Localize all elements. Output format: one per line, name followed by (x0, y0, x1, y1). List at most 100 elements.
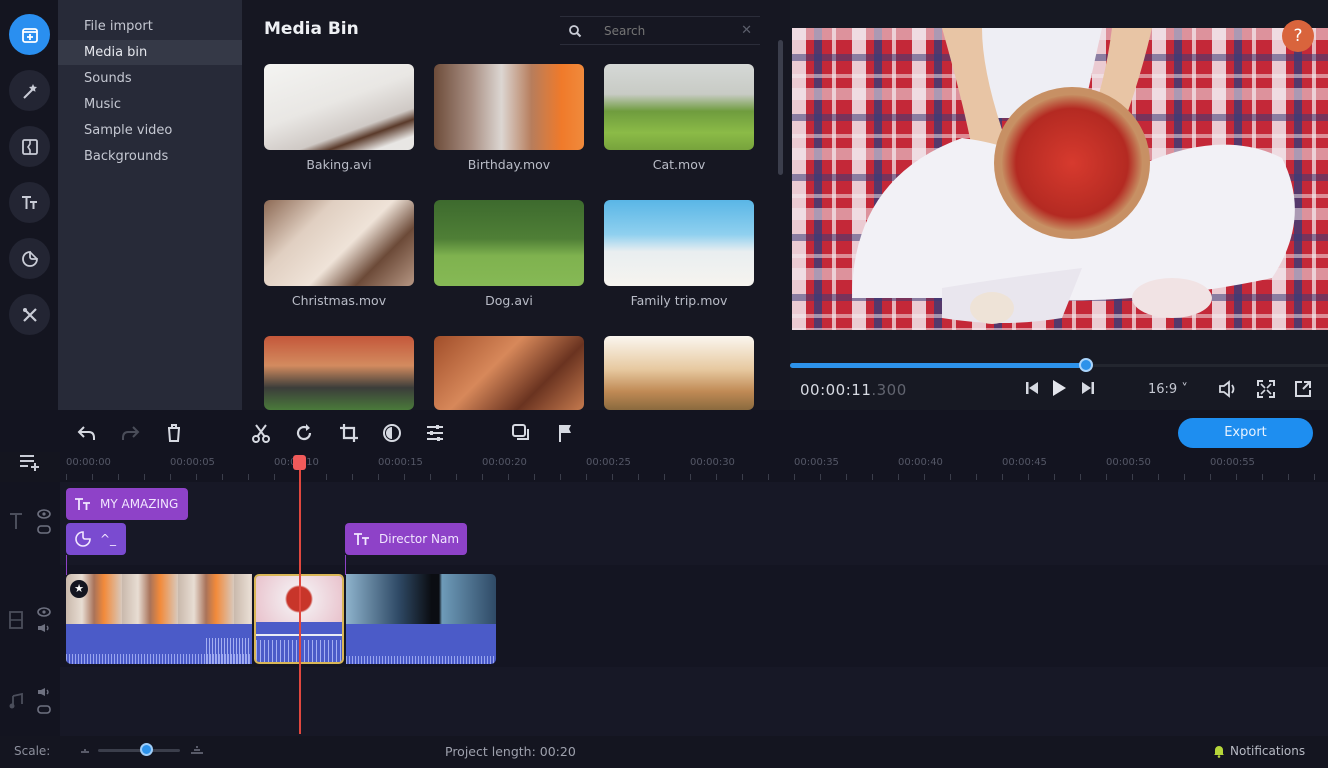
track-headers (0, 482, 60, 736)
ruler-tick (560, 474, 561, 480)
search-box: ✕ (560, 16, 760, 45)
play-icon[interactable] (1050, 379, 1068, 397)
visibility-eye-icon[interactable] (37, 509, 51, 519)
ruler-tick (378, 474, 379, 480)
search-input[interactable] (604, 23, 734, 38)
titles-icon (354, 533, 369, 545)
seek-bar[interactable] (790, 358, 1328, 372)
color-adjust-icon[interactable] (381, 422, 403, 444)
titles-button[interactable] (9, 182, 50, 223)
title-clip[interactable]: MY AMAZING (66, 488, 188, 520)
undo-icon[interactable] (76, 422, 98, 444)
transitions-button[interactable] (9, 126, 50, 167)
export-button[interactable]: Export (1178, 418, 1313, 448)
lock-link-icon[interactable] (37, 524, 51, 534)
ruler-tick (1106, 474, 1107, 480)
timeline-tracks[interactable]: MY AMAZING ^_ Director Nam ★ (60, 482, 1328, 736)
cut-icon[interactable] (250, 422, 272, 444)
add-track-icon[interactable] (18, 453, 42, 471)
ruler-tick (716, 474, 717, 480)
category-sample-video[interactable]: Sample video (58, 118, 242, 143)
ruler-tick (846, 474, 847, 480)
media-thumb-family-trip[interactable] (604, 200, 754, 286)
magic-wand-icon (22, 83, 37, 99)
detach-preview-icon[interactable] (1294, 380, 1312, 398)
ruler-tick (222, 474, 223, 480)
mute-icon[interactable] (37, 687, 51, 697)
category-media-bin[interactable]: Media bin (58, 40, 242, 65)
seek-handle[interactable] (1078, 358, 1093, 372)
audio-waveform[interactable] (66, 624, 252, 664)
media-thumb-sunset[interactable] (604, 336, 754, 410)
scale-slider[interactable] (98, 749, 180, 752)
mute-icon[interactable] (37, 623, 51, 633)
ruler-tick (742, 474, 743, 480)
preview-frame (792, 28, 1328, 330)
skip-forward-icon[interactable] (1080, 380, 1096, 396)
title-clip[interactable]: Director Nam (345, 523, 467, 555)
zoom-in-icon[interactable] (190, 744, 204, 754)
lock-link-icon[interactable] (37, 704, 51, 714)
timecode-main: 00:00:11 (800, 381, 872, 399)
media-thumb-concert[interactable] (434, 336, 584, 410)
clear-search-icon[interactable]: ✕ (741, 23, 752, 38)
visibility-eye-icon[interactable] (37, 607, 51, 617)
media-thumb-birthday[interactable] (434, 64, 584, 150)
more-tools-button[interactable] (9, 294, 50, 335)
help-button[interactable]: ? (1282, 20, 1314, 52)
clip-properties-icon[interactable] (424, 422, 446, 444)
video-clip[interactable]: ★ (66, 574, 252, 624)
tool-rail (0, 0, 58, 410)
ruler-tick (1262, 474, 1263, 480)
playhead-handle[interactable] (293, 455, 306, 470)
timeline-ruler[interactable]: 00:00:0000:00:0500:00:1000:00:1500:00:20… (60, 452, 1328, 482)
ruler-tick (976, 474, 977, 480)
ruler-tick (1288, 474, 1289, 480)
timecode-ms: .300 (871, 381, 907, 399)
delete-icon[interactable] (163, 422, 185, 444)
media-thumb-baking[interactable] (264, 64, 414, 150)
marker-flag-icon[interactable] (555, 422, 577, 444)
volume-icon[interactable] (1218, 380, 1238, 398)
media-thumb-cat[interactable] (604, 64, 754, 150)
import-icon (21, 27, 38, 43)
media-thumb-football[interactable] (264, 336, 414, 410)
video-preview[interactable] (792, 28, 1328, 330)
category-backgrounds[interactable]: Backgrounds (58, 144, 242, 169)
category-file-import[interactable]: File import (58, 14, 242, 39)
aspect-ratio-select[interactable]: 16:9 ˅ (1148, 382, 1188, 397)
rotate-icon[interactable] (293, 422, 315, 444)
category-music[interactable]: Music (58, 92, 242, 117)
star-icon: ★ (70, 580, 88, 598)
ruler-time-label: 00:00:20 (482, 457, 527, 468)
ruler-tick (326, 474, 327, 480)
video-clip[interactable] (346, 574, 496, 624)
playhead-line[interactable] (299, 456, 301, 734)
audio-waveform[interactable] (346, 624, 496, 664)
ruler-tick (638, 474, 639, 480)
crop-icon[interactable] (338, 422, 360, 444)
media-thumb-dog[interactable] (434, 200, 584, 286)
notifications-button[interactable]: Notifications (1212, 744, 1305, 758)
video-track-icon (9, 611, 23, 629)
ruler-tick (144, 474, 145, 480)
ruler-tick (612, 474, 613, 480)
media-thumb-christmas[interactable] (264, 200, 414, 286)
skip-back-icon[interactable] (1024, 380, 1040, 396)
overlay-icon[interactable] (510, 422, 532, 444)
redo-icon[interactable] (119, 422, 141, 444)
stickers-button[interactable] (9, 238, 50, 279)
fullscreen-icon[interactable] (1257, 380, 1275, 398)
ruler-tick (586, 474, 587, 480)
ruler-tick (248, 474, 249, 480)
ruler-tick (1236, 474, 1237, 480)
category-sounds[interactable]: Sounds (58, 66, 242, 91)
media-bin-scrollbar[interactable] (778, 40, 783, 175)
media-label: Christmas.mov (291, 293, 387, 308)
import-button[interactable] (9, 14, 50, 55)
title-clip-label: Director Nam (379, 532, 460, 546)
ruler-tick (1210, 474, 1211, 480)
sticker-clip[interactable]: ^_ (66, 523, 126, 555)
zoom-out-icon[interactable] (80, 745, 90, 753)
filters-button[interactable] (9, 70, 50, 111)
